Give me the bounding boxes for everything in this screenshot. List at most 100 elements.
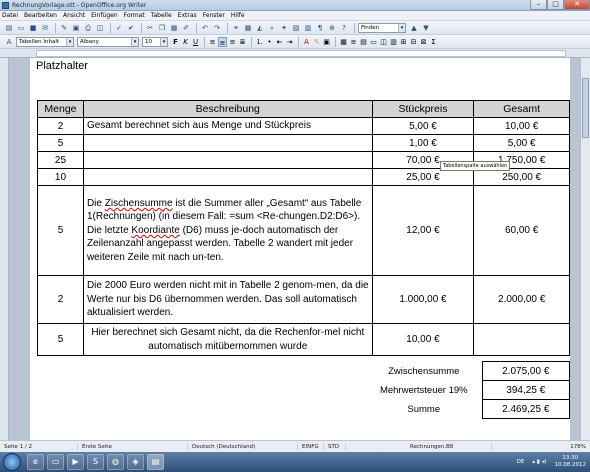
edit-file-icon[interactable]: ✎ (59, 23, 69, 33)
cell-price[interactable]: 1,00 € (371, 134, 475, 152)
delete-row-icon[interactable]: ⊠ (419, 37, 428, 47)
menu-bearbeiten[interactable]: Bearbeiten (24, 12, 57, 19)
background-color-icon[interactable]: ▣ (322, 37, 331, 47)
cell-price[interactable]: 10,00 € (371, 323, 475, 356)
header-menge[interactable]: Menge (37, 100, 84, 118)
styles-formatting-icon[interactable]: A (4, 37, 14, 47)
menu-datei[interactable]: Datei (2, 12, 18, 19)
vertical-scrollbar[interactable] (580, 58, 590, 440)
cell-desc[interactable] (82, 151, 373, 169)
maximize-button[interactable]: □ (547, 0, 564, 10)
header-stueckpreis[interactable]: Stückpreis (371, 100, 475, 118)
line-style-icon[interactable]: ≡ (349, 37, 358, 47)
cell-total[interactable]: 5,00 € (473, 134, 570, 152)
print-preview-icon[interactable]: ◫ (95, 23, 105, 33)
find-previous-icon[interactable]: ▲ (409, 23, 419, 33)
redo-icon[interactable]: ↷ (212, 23, 222, 33)
insert-row-icon[interactable]: ⊞ (399, 37, 408, 47)
cell-price[interactable]: 12,00 € (371, 185, 475, 276)
gallery-icon[interactable]: ▧ (291, 23, 301, 33)
cell-qty[interactable]: 2 (37, 117, 84, 135)
cell-price[interactable]: 25,00 € (371, 168, 475, 186)
menu-format[interactable]: Format (124, 12, 145, 19)
email-icon[interactable]: ✉ (40, 23, 50, 33)
clock[interactable]: 13:30 10.08.2012 (555, 455, 587, 469)
zoom-icon[interactable]: ⊕ (327, 23, 337, 33)
spellcheck-icon[interactable]: ✓ (114, 23, 124, 33)
menu-einfuegen[interactable]: Einfügen (91, 12, 117, 19)
chevron-down-icon[interactable]: ▾ (160, 37, 167, 46)
summary-label[interactable]: Summe (366, 400, 482, 419)
decrease-indent-icon[interactable]: ⇤ (275, 37, 284, 47)
cell-price[interactable]: 5,00 € (371, 117, 475, 135)
split-cells-icon[interactable]: ◫ (379, 37, 388, 47)
optimize-icon[interactable]: ▥ (389, 37, 398, 47)
underline-button[interactable]: U (191, 37, 200, 47)
cell-qty[interactable]: 2 (37, 275, 84, 324)
cell-qty[interactable]: 5 (37, 185, 84, 276)
horizontal-ruler[interactable] (0, 49, 590, 58)
cell-total[interactable]: 250,00 € (473, 168, 570, 186)
new-document-icon[interactable]: ▤ (4, 23, 14, 33)
cell-total[interactable]: 2.000,00 € (473, 275, 570, 324)
numbering-icon[interactable]: ⒈ (255, 37, 264, 47)
internet-explorer-icon[interactable]: e (27, 454, 44, 470)
show-draw-functions-icon[interactable]: ◭ (255, 23, 265, 33)
find-replace-icon[interactable]: ⌕ (267, 23, 277, 33)
status-page-style[interactable]: Erste Seite (78, 443, 188, 450)
explorer-folder-icon[interactable]: ▭ (47, 454, 64, 470)
cell-total[interactable] (473, 323, 570, 356)
chevron-down-icon[interactable]: ▾ (398, 23, 405, 32)
help-icon[interactable]: ? (339, 23, 349, 33)
align-right-icon[interactable]: ≡ (228, 37, 237, 47)
nonprinting-chars-icon[interactable]: ¶ (315, 23, 325, 33)
cell-price[interactable]: 1.000,00 € (371, 275, 475, 324)
status-insert-mode[interactable]: EINFG (298, 443, 324, 450)
justify-icon[interactable]: ≣ (238, 37, 247, 47)
sum-icon[interactable]: Σ (429, 37, 438, 47)
minimize-button[interactable]: – (530, 0, 547, 10)
export-pdf-icon[interactable]: ▣ (71, 23, 81, 33)
summary-value[interactable]: 2.075,00 € (481, 361, 571, 381)
summary-value[interactable]: 394,25 € (481, 380, 571, 400)
cell-desc[interactable]: Die Zischensumme ist die Summer aller „G… (82, 185, 373, 276)
status-page[interactable]: Seite 1 / 2 (0, 443, 78, 450)
document-page[interactable]: Platzhalter Menge Beschreibung Stückprei… (30, 58, 571, 440)
tray-icons[interactable]: ▴ ▮ ◂) (532, 459, 546, 465)
cell-desc[interactable] (82, 168, 373, 186)
font-color-icon[interactable]: A (302, 37, 311, 47)
app-icon[interactable]: ◈ (127, 454, 144, 470)
menu-tabelle[interactable]: Tabelle (151, 12, 172, 19)
cell-qty[interactable]: 25 (37, 151, 84, 169)
cell-qty[interactable]: 10 (37, 168, 84, 186)
close-button[interactable]: ✕ (564, 0, 590, 10)
cell-desc[interactable]: Hier berechnet sich Gesamt nicht, da die… (82, 323, 373, 356)
font-size-select[interactable]: 10 ▾ (142, 36, 168, 47)
bold-button[interactable]: F (171, 37, 180, 47)
find-input[interactable]: Finden ▾ (358, 22, 406, 33)
border-color-icon[interactable]: ▤ (359, 37, 368, 47)
align-left-icon[interactable]: ≡ (208, 37, 217, 47)
find-next-icon[interactable]: ▼ (421, 23, 431, 33)
summary-label[interactable]: Zwischensumme (366, 362, 482, 381)
openoffice-writer-icon[interactable]: ▤ (147, 454, 164, 470)
menu-extras[interactable]: Extras (178, 12, 197, 19)
cell-total[interactable]: 10,00 € (473, 117, 570, 135)
align-center-icon[interactable]: ≡ (218, 36, 227, 47)
copy-icon[interactable]: ❐ (157, 23, 167, 33)
skype-icon[interactable]: S (87, 454, 104, 470)
autospellcheck-icon[interactable]: ✔ (126, 23, 136, 33)
chevron-down-icon[interactable]: ▾ (66, 37, 73, 46)
format-paintbrush-icon[interactable]: ✐ (181, 23, 191, 33)
cell-desc[interactable]: Gesamt berechnet sich aus Menge und Stüc… (82, 117, 373, 135)
paste-icon[interactable]: ▦ (169, 23, 179, 33)
chevron-down-icon[interactable]: ▾ (131, 37, 138, 46)
start-button[interactable] (3, 453, 21, 471)
undo-icon[interactable]: ↶ (200, 23, 210, 33)
save-icon[interactable]: ■ (28, 23, 38, 33)
media-player-icon[interactable]: ▶ (67, 454, 84, 470)
vertical-ruler[interactable] (0, 58, 9, 440)
cell-total[interactable]: 60,00 € (473, 185, 570, 276)
cell-qty[interactable]: 5 (37, 323, 84, 356)
table-borders-icon[interactable]: ▦ (339, 37, 348, 47)
